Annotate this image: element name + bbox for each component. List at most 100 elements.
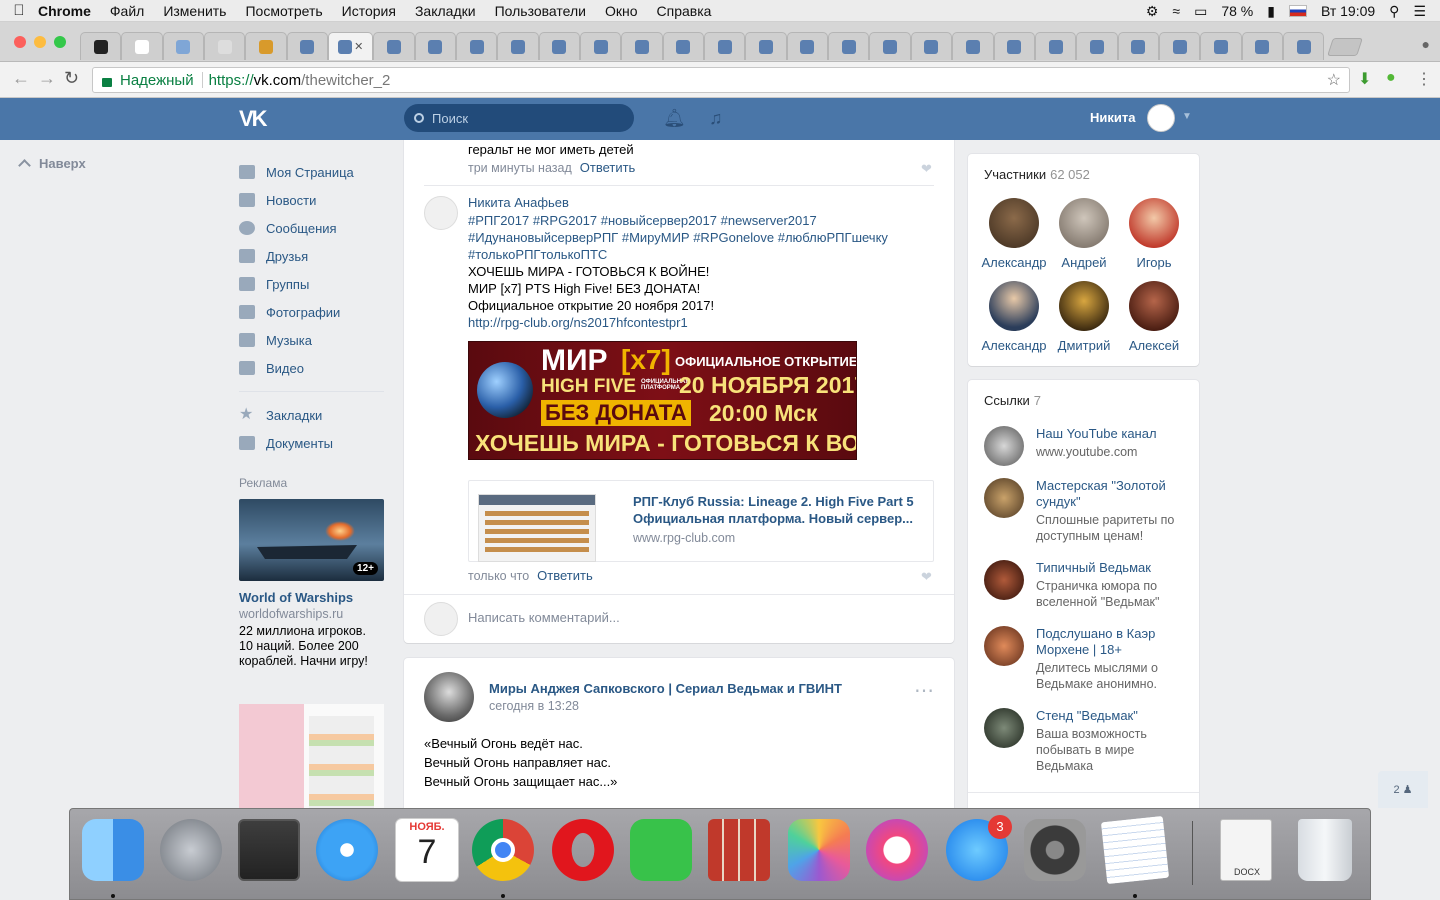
sidebar-item-bookmarks[interactable]: ★ Закладки — [239, 401, 384, 429]
sidebar-item-my-page[interactable]: Моя Страница — [239, 158, 384, 186]
menu-view[interactable]: Посмотреть — [245, 3, 322, 19]
photos-icon[interactable] — [788, 819, 850, 881]
close-tab-icon[interactable]: ✕ — [354, 40, 363, 53]
comment-author[interactable]: Никита Анафьев — [468, 195, 569, 210]
reload-icon[interactable]: ↻ — [64, 68, 79, 89]
browser-tab[interactable] — [80, 32, 122, 60]
like-heart-icon[interactable]: ❤ — [921, 161, 932, 177]
browser-tab[interactable] — [745, 32, 787, 60]
browser-tab[interactable] — [497, 32, 539, 60]
apple-menu-icon[interactable]:  — [0, 2, 38, 19]
back-icon[interactable]: ← — [12, 68, 30, 89]
hashtags-line[interactable]: #ИдунановыйсерверРПГ #МируМИР #RPGonelov… — [468, 230, 888, 245]
browser-tab[interactable] — [286, 32, 329, 60]
scroll-top-button[interactable]: Наверх — [18, 156, 86, 172]
browser-tab[interactable] — [952, 32, 994, 60]
bookmark-star-icon[interactable]: ☆ — [1327, 70, 1341, 90]
browser-tab[interactable] — [621, 32, 663, 60]
link-preview-domain[interactable]: www.rpg-club.com — [633, 531, 735, 545]
menu-app-chrome[interactable]: Chrome — [38, 3, 91, 19]
sidebar-item-documents[interactable]: Документы — [239, 429, 384, 457]
chrome-menu-icon[interactable]: ⋮ — [1416, 69, 1432, 89]
menu-history[interactable]: История — [342, 3, 396, 19]
sidebar-item-news[interactable]: Новости — [239, 186, 384, 214]
hashtags-line[interactable]: #РПГ2017 #RPG2017 #новыйсервер2017 #news… — [468, 213, 817, 228]
browser-tab[interactable] — [1241, 32, 1283, 60]
browser-tab[interactable] — [414, 32, 457, 60]
vk-logo-icon[interactable]: VK — [239, 106, 273, 131]
link-title[interactable]: Типичный Ведьмак — [1036, 560, 1186, 576]
post-author[interactable]: Миры Анджея Сапковского | Сериал Ведьмак… — [489, 681, 842, 696]
secure-label[interactable]: Надежный — [120, 72, 194, 89]
browser-tab[interactable] — [1200, 32, 1242, 60]
zoom-window-icon[interactable] — [54, 36, 66, 48]
itunes-icon[interactable] — [866, 819, 928, 881]
comment-time[interactable]: три минуты назад — [468, 161, 572, 175]
sidebar-item-messages[interactable]: Сообщения — [239, 214, 384, 242]
browser-tab[interactable] — [993, 32, 1035, 60]
user-avatar[interactable] — [1147, 104, 1175, 132]
link-title[interactable]: Стенд "Ведьмак" — [1036, 708, 1186, 724]
safari-icon[interactable] — [316, 819, 378, 881]
profile-icon[interactable]: ● — [1422, 36, 1430, 52]
sidebar-item-groups[interactable]: Группы — [239, 270, 384, 298]
textedit-icon[interactable] — [1100, 815, 1170, 885]
system-preferences-icon[interactable] — [1024, 819, 1086, 881]
minimize-window-icon[interactable] — [34, 36, 46, 48]
browser-tab[interactable] — [1034, 32, 1077, 60]
menu-edit[interactable]: Изменить — [163, 3, 226, 19]
notification-center-icon[interactable]: ☰ — [1413, 3, 1426, 20]
comment-input[interactable]: Написать комментарий... — [468, 610, 620, 625]
battery-percent[interactable]: 78 % — [1221, 3, 1253, 19]
chevron-down-icon[interactable]: ▼ — [1182, 111, 1192, 122]
member-item[interactable]: Андрей — [1049, 198, 1119, 270]
link-preview-card[interactable]: РПГ-Клуб Russia: Lineage 2. High Five Pa… — [468, 480, 934, 562]
member-item[interactable]: Игорь — [1119, 198, 1189, 270]
ad-image-fridge[interactable] — [239, 704, 384, 808]
ad-image[interactable]: 12+ — [239, 499, 384, 581]
new-tab-button[interactable] — [1327, 38, 1363, 56]
browser-tab[interactable] — [245, 32, 287, 60]
member-item[interactable]: Дмитрий — [1049, 281, 1119, 353]
close-window-icon[interactable] — [14, 36, 26, 48]
links-header[interactable]: Ссылки 7 — [984, 393, 1041, 408]
browser-tab[interactable] — [1282, 32, 1325, 60]
docx-file-icon[interactable]: DOCX — [1220, 819, 1272, 881]
member-item[interactable]: Алексей — [1119, 281, 1189, 353]
reply-button[interactable]: Ответить — [537, 568, 593, 583]
battery-icon[interactable]: ▮ — [1267, 3, 1275, 20]
wifi-icon[interactable]: ≈ — [1172, 3, 1180, 19]
chrome-icon[interactable] — [472, 819, 534, 881]
browser-tab[interactable] — [204, 32, 246, 60]
browser-tab[interactable] — [786, 32, 829, 60]
ad-title-link[interactable]: World of Warships — [239, 590, 384, 605]
trash-icon[interactable] — [1298, 819, 1352, 881]
link-preview-title[interactable]: РПГ-Клуб Russia: Lineage 2. High Five Pa… — [633, 493, 923, 527]
airplay-icon[interactable]: ▭ — [1194, 3, 1207, 20]
browser-tab[interactable]: ✕ — [328, 32, 374, 60]
menu-file[interactable]: Файл — [110, 3, 144, 19]
member-item[interactable]: Александр — [979, 281, 1049, 353]
menu-people[interactable]: Пользователи — [495, 3, 586, 19]
adblock-extension-icon[interactable]: ● — [1386, 69, 1396, 87]
more-options-icon[interactable]: ⋯ — [914, 678, 935, 703]
search-input[interactable]: Поиск — [404, 104, 634, 132]
comment-author-avatar[interactable] — [424, 196, 458, 230]
forward-icon[interactable]: → — [38, 68, 56, 89]
chat-toggle-button[interactable]: 2 ♟ — [1378, 771, 1428, 808]
address-bar[interactable]: Надежный https:// vk.com /thewitcher_2 ☆ — [92, 67, 1350, 93]
spotlight-icon[interactable]: ⚲ — [1389, 3, 1399, 20]
post-time[interactable]: сегодня в 13:28 — [489, 699, 579, 713]
opera-icon[interactable] — [552, 819, 614, 881]
input-source-flag-icon[interactable] — [1288, 5, 1307, 17]
browser-tab[interactable] — [1117, 32, 1159, 60]
menu-bookmarks[interactable]: Закладки — [415, 3, 476, 19]
clock[interactable]: Вт 19:09 — [1321, 3, 1375, 19]
browser-tab[interactable] — [580, 32, 622, 60]
link-title[interactable]: Мастерская "Золотой сундук" — [1036, 478, 1186, 510]
launchpad-icon[interactable] — [160, 819, 222, 881]
browser-tab[interactable] — [1076, 32, 1118, 60]
browser-tab[interactable] — [1158, 32, 1201, 60]
music-icon[interactable]: ♫ — [709, 108, 723, 129]
link-title[interactable]: Наш YouTube канал — [1036, 426, 1186, 442]
